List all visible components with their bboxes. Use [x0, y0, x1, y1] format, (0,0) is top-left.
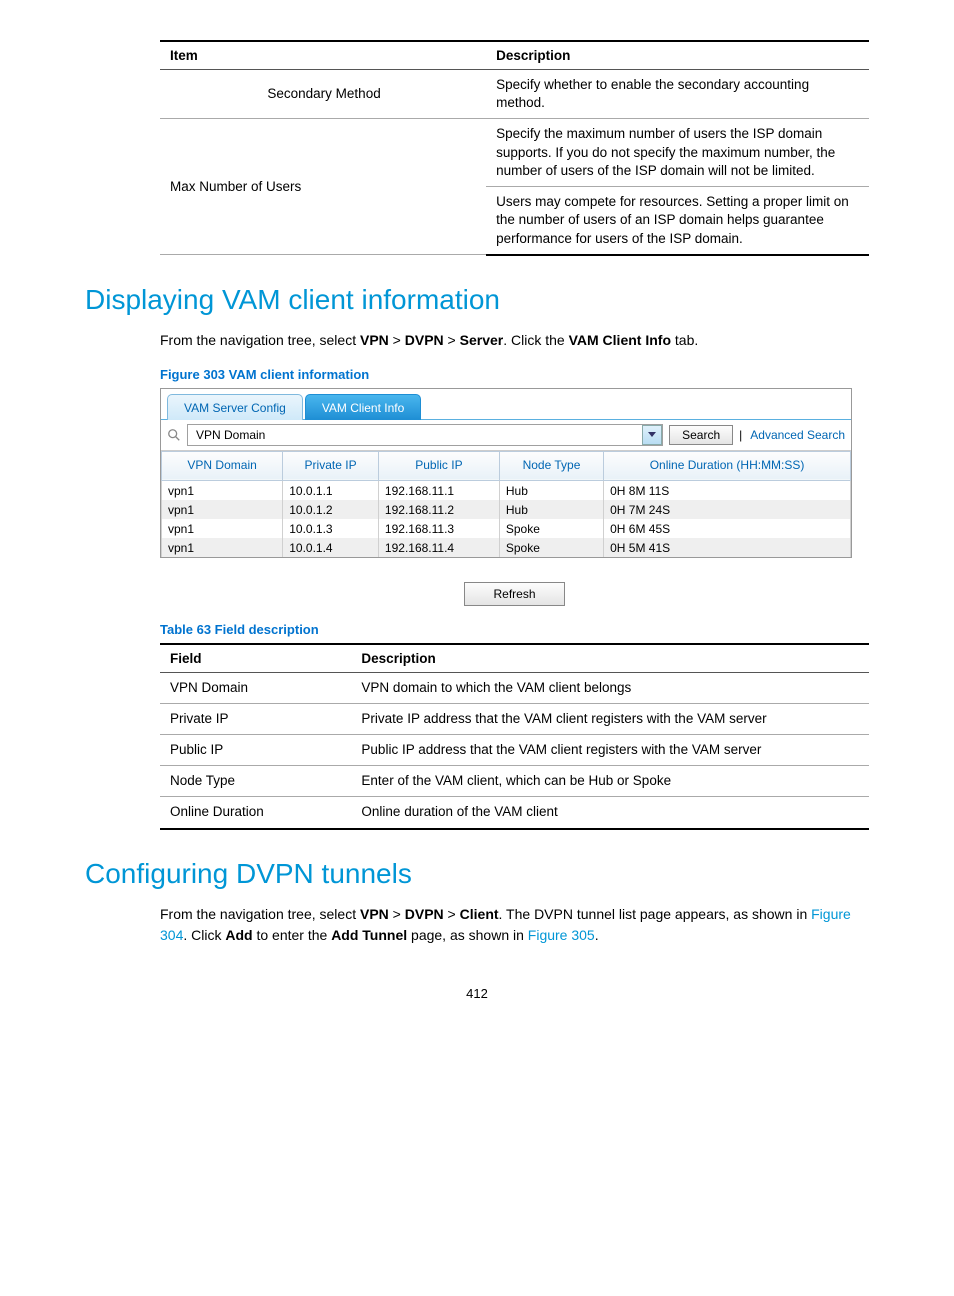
item-description-table: Item Description Secondary Method Specif…	[160, 40, 869, 256]
para-nav-instructions-1: From the navigation tree, select VPN > D…	[160, 330, 869, 351]
refresh-button[interactable]: Refresh	[464, 582, 564, 606]
tab-vam-server-config[interactable]: VAM Server Config	[167, 394, 303, 420]
cell-desc-secondary: Specify whether to enable the secondary …	[486, 70, 869, 119]
grid-row: vpn110.0.1.1192.168.11.1Hub0H 8M 11S	[162, 480, 851, 500]
heading-displaying-vam: Displaying VAM client information	[85, 284, 869, 316]
figure-303-caption: Figure 303 VAM client information	[160, 367, 869, 382]
col-vpn-domain[interactable]: VPN Domain	[162, 451, 283, 480]
th-desc: Description	[351, 644, 869, 673]
th-item: Item	[160, 41, 486, 70]
th-field: Field	[160, 644, 351, 673]
col-private-ip[interactable]: Private IP	[283, 451, 379, 480]
heading-configuring-dvpn: Configuring DVPN tunnels	[85, 858, 869, 890]
tab-bar: VAM Server Config VAM Client Info	[161, 389, 851, 420]
para-nav-instructions-2: From the navigation tree, select VPN > D…	[160, 904, 869, 946]
col-public-ip[interactable]: Public IP	[378, 451, 499, 480]
advanced-search-link[interactable]: Advanced Search	[748, 428, 845, 442]
cell-item-secondary: Secondary Method	[160, 70, 486, 119]
vam-client-grid: VPN Domain Private IP Public IP Node Typ…	[161, 451, 851, 557]
tab-vam-client-info[interactable]: VAM Client Info	[305, 394, 421, 420]
grid-row: vpn110.0.1.3192.168.11.3Spoke0H 6M 45S	[162, 519, 851, 538]
search-bar: VPN Domain Search | Advanced Search	[161, 420, 851, 451]
vpn-domain-select[interactable]: VPN Domain	[187, 424, 663, 446]
search-button[interactable]: Search	[669, 425, 733, 445]
grid-row: vpn110.0.1.4192.168.11.4Spoke0H 5M 41S	[162, 538, 851, 557]
vam-client-info-panel: VAM Server Config VAM Client Info VPN Do…	[160, 388, 852, 558]
col-online-duration[interactable]: Online Duration (HH:MM:SS)	[604, 451, 851, 480]
chevron-down-icon	[642, 425, 662, 445]
cell-desc-maxusers-1: Specify the maximum number of users the …	[486, 119, 869, 187]
link-figure-305[interactable]: Figure 305	[528, 927, 595, 943]
field-description-table: Field Description VPN DomainVPN domain t…	[160, 643, 869, 830]
grid-row: vpn110.0.1.2192.168.11.2Hub0H 7M 24S	[162, 500, 851, 519]
search-icon	[167, 428, 181, 442]
cell-item-maxusers: Max Number of Users	[160, 119, 486, 255]
th-desc: Description	[486, 41, 869, 70]
cell-desc-maxusers-2: Users may compete for resources. Setting…	[486, 187, 869, 255]
select-value: VPN Domain	[188, 428, 642, 442]
page-number: 412	[85, 986, 869, 1001]
table-63-caption: Table 63 Field description	[160, 622, 869, 637]
col-node-type[interactable]: Node Type	[499, 451, 603, 480]
